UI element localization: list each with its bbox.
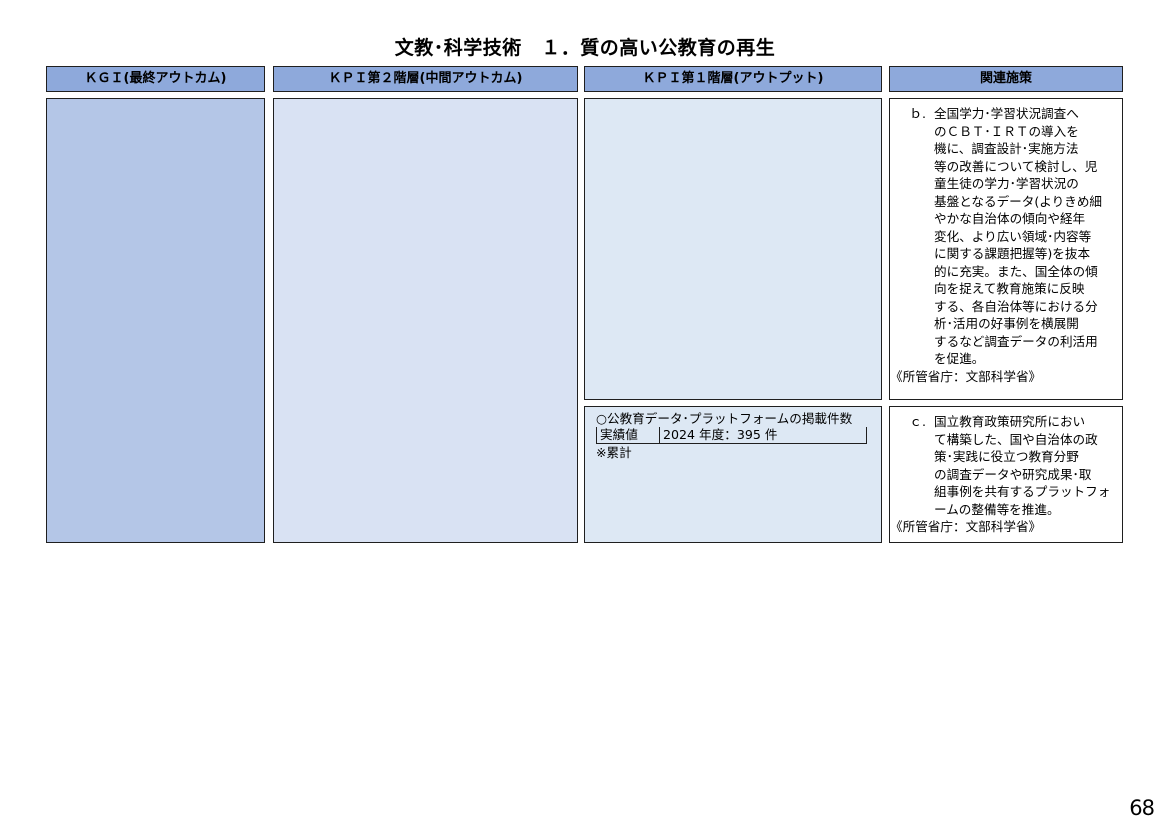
kpi2-cell	[273, 98, 578, 543]
measure-line: の調査データや研究成果･取	[934, 466, 1092, 482]
measure-letter: ｂ.	[909, 106, 926, 121]
measure-line: 基盤となるデータ(よりきめ細	[934, 193, 1103, 209]
header-measures: 関連施策	[889, 66, 1123, 92]
indicator-note: ※累計	[596, 445, 632, 460]
header-kpi1: ＫＰＩ第１階層(アウトプット)	[584, 66, 882, 92]
measure-line: 童生徒の学力･学習状況の	[934, 176, 1079, 191]
measure-line: するなど調査データの利活用	[934, 333, 1098, 349]
measure-line: 策･実践に役立つ教育分野	[934, 449, 1079, 464]
measure-line: 向を捉えて教育施策に反映	[934, 281, 1085, 296]
page-title: 文教･科学技術 １．質の高い公教育の再生	[394, 37, 776, 59]
measure-line: 国立教育政策研究所におい	[934, 414, 1086, 429]
measure-line: する、各自治体等における分	[934, 298, 1098, 314]
measure-letter: ｃ.	[909, 414, 926, 429]
indicator-title: ○公教育データ･プラットフォームの掲載件数	[596, 411, 853, 426]
measure-line: 組事例を共有するプラットフォ	[934, 484, 1111, 499]
ministry-label: 《所管省庁：文部科学省》	[890, 519, 1042, 534]
ministry-label: 《所管省庁：文部科学省》	[890, 368, 1042, 384]
kgi-cell	[46, 98, 265, 543]
indicator-table: 実績値 2024 年度：395 件	[596, 427, 867, 444]
actual-value: 2024 年度：395 件	[659, 427, 867, 444]
kpi1-cell-lower: ○公教育データ･プラットフォームの掲載件数 実績値 2024 年度：395 件 …	[584, 406, 882, 543]
page-number: 68	[1129, 796, 1155, 820]
kpi1-cell-upper	[584, 98, 882, 400]
measure-line: 機に、調査設計･実施方法	[934, 141, 1079, 156]
measure-cell-c: ｃ. 国立教育政策研究所におい て構築した、国や自治体の政 策･実践に役立つ教育…	[889, 406, 1123, 543]
measure-line: 析･活用の好事例を横展開	[934, 316, 1079, 331]
measure-line: 的に充実。また、国全体の傾	[934, 263, 1098, 279]
measure-line: 等の改善について検討し、児	[934, 158, 1098, 174]
header-kgi: ＫＧＩ(最終アウトカム)	[46, 66, 265, 92]
measure-line: のＣＢＴ･ＩＲＴの導入を	[934, 123, 1079, 139]
header-kpi2: ＫＰＩ第２階層(中間アウトカム)	[273, 66, 578, 92]
measure-line: に関する課題把握等)を抜本	[934, 246, 1091, 261]
actual-value-label: 実績値	[596, 427, 660, 444]
measure-line: を促進。	[934, 351, 985, 366]
table-row: 実績値 2024 年度：395 件	[596, 427, 867, 444]
measure-line: 全国学力･学習状況調査へ	[934, 106, 1079, 121]
measure-line: て構築した、国や自治体の政	[934, 431, 1098, 447]
kpi-indicator: ○公教育データ･プラットフォームの掲載件数 実績値 2024 年度：395 件 …	[585, 407, 881, 461]
measure-line: やかな自治体の傾向や経年	[934, 211, 1086, 226]
measure-cell-b: ｂ. 全国学力･学習状況調査へ のＣＢＴ･ＩＲＴの導入を 機に、調査設計･実施方…	[889, 98, 1123, 400]
measure-line: 変化、より広い領域･内容等	[934, 228, 1092, 244]
measure-line: ームの整備等を推進。	[934, 501, 1060, 517]
